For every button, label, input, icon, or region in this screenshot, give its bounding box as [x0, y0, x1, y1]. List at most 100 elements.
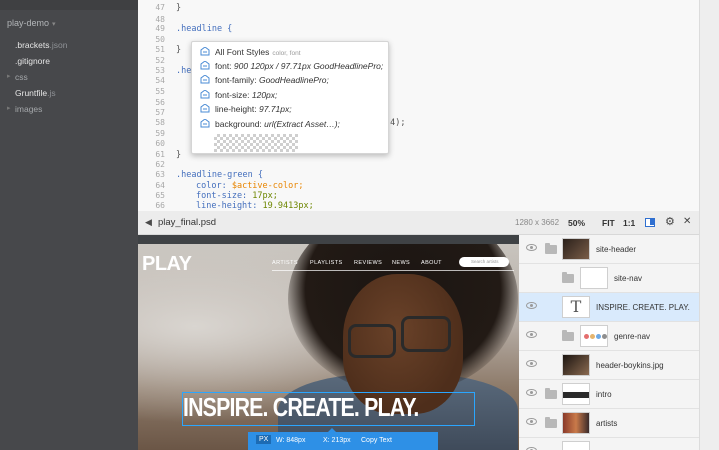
- eye-icon[interactable]: [526, 360, 537, 367]
- eye-icon[interactable]: [526, 331, 537, 338]
- hint-label: font-family:: [215, 75, 257, 85]
- measurement-tooltip[interactable]: PX W: 848px X: 213px Copy Text: [248, 428, 438, 450]
- unit-toggle[interactable]: PX: [256, 435, 272, 444]
- psd-dimensions: 1280 x 3662: [515, 218, 560, 227]
- code-line: }: [176, 150, 182, 160]
- layer-row[interactable]: site-header: [519, 235, 699, 264]
- code-hint-popup[interactable]: All Font Styles color, font font: 900 120…: [191, 41, 389, 154]
- tree-item-gitignore[interactable]: .gitignore: [15, 56, 50, 66]
- layer-row[interactable]: header-boykins.jpg: [519, 351, 699, 380]
- photo-glasses: [401, 316, 451, 352]
- tree-item-gruntfile[interactable]: Gruntfile.js: [15, 88, 56, 98]
- hint-label: All Font Styles: [215, 47, 270, 57]
- tree-item-label: .gitignore: [15, 56, 50, 66]
- tree-item-css-folder[interactable]: ▸ css: [7, 72, 28, 82]
- hint-row-line-height[interactable]: line-height: 97.71px;: [200, 104, 292, 114]
- code-line: color: $active-color;: [196, 181, 304, 191]
- tree-item-ext: .json: [49, 40, 68, 50]
- hint-value: GoodHeadlinePro;: [258, 75, 329, 85]
- layer-name: genre-nav: [614, 332, 651, 341]
- layer-row-selected[interactable]: T INSPIRE. CREATE. PLAY.: [519, 293, 699, 322]
- line-number: 48: [155, 15, 165, 24]
- layer-thumbnail: [580, 325, 608, 347]
- hint-value: url(Extract Asset…);: [264, 119, 340, 129]
- hint-label: background:: [215, 119, 262, 129]
- eye-icon[interactable]: [526, 418, 537, 425]
- measure-width: W: 848px: [276, 437, 306, 444]
- back-arrow-icon[interactable]: ◀: [145, 217, 152, 228]
- tree-item-label: Gruntfile: [15, 88, 48, 98]
- layers-toggle-icon[interactable]: [645, 218, 655, 227]
- line-number: 51: [155, 45, 165, 54]
- zoom-level[interactable]: 50%: [568, 218, 585, 228]
- layer-row[interactable]: intro: [519, 380, 699, 409]
- extract-icon: [200, 47, 210, 56]
- line-number: 56: [155, 98, 165, 107]
- line-number: 50: [155, 35, 165, 44]
- chevron-right-icon[interactable]: ▸: [7, 104, 11, 112]
- folder-icon: [562, 330, 574, 341]
- tree-item-brackets-json[interactable]: .brackets.json: [15, 40, 67, 50]
- code-line: line-height: 19.9413px;: [196, 201, 314, 211]
- hint-row-all-font-styles[interactable]: All Font Styles color, font: [200, 47, 301, 57]
- background-preview-swatch: [214, 134, 298, 152]
- close-icon[interactable]: ✕: [683, 216, 691, 227]
- psd-logo[interactable]: PLAY: [142, 253, 192, 276]
- tree-item-images-folder[interactable]: ▸ images: [7, 104, 43, 114]
- psd-nav-item[interactable]: ABOUT: [421, 260, 442, 266]
- line-number: 52: [155, 56, 165, 65]
- extract-icon: [200, 104, 210, 113]
- hint-row-font-size[interactable]: font-size: 120px;: [200, 90, 277, 100]
- folder-icon: [545, 417, 557, 428]
- layer-thumbnail: [562, 383, 590, 405]
- gear-icon[interactable]: ⚙: [665, 215, 675, 228]
- project-name: play-demo: [7, 18, 50, 28]
- project-title[interactable]: play-demo ▾: [7, 18, 56, 28]
- fit-button[interactable]: FIT: [602, 218, 615, 228]
- layer-name: INSPIRE. CREATE. PLAY.: [596, 303, 690, 312]
- eye-icon[interactable]: [526, 302, 537, 309]
- tree-item-label: images: [15, 104, 43, 114]
- line-number: 53: [155, 66, 165, 75]
- hint-row-font[interactable]: font: 900 120px / 97.71px GoodHeadlinePr…: [200, 61, 383, 71]
- line-number: 61: [155, 150, 165, 159]
- layer-row[interactable]: genre-nav: [519, 322, 699, 351]
- code-line: }: [176, 45, 182, 55]
- line-number: 55: [155, 87, 165, 96]
- layer-thumbnail: [562, 238, 590, 260]
- extract-icon: [200, 61, 210, 70]
- layer-selection-outline: [182, 392, 475, 426]
- layer-thumbnail: [562, 441, 590, 450]
- psd-nav-item[interactable]: PLAYLISTS: [310, 260, 343, 266]
- psd-search-box[interactable]: Search artists: [459, 257, 509, 267]
- layer-name: site-header: [596, 245, 637, 254]
- tree-item-ext: .js: [47, 88, 56, 98]
- eye-icon[interactable]: [526, 244, 537, 251]
- extract-icon: [200, 119, 210, 128]
- eye-icon[interactable]: [526, 389, 537, 396]
- tooltip-pointer: [328, 428, 336, 432]
- editor-scrollbar[interactable]: [699, 0, 719, 450]
- layer-row[interactable]: artists: [519, 409, 699, 438]
- layer-row[interactable]: [519, 438, 699, 450]
- extract-toolbar: ◀ play_final.psd 1280 x 3662 50% FIT 1:1…: [138, 211, 699, 235]
- psd-nav-item[interactable]: NEWS: [392, 260, 410, 266]
- chevron-down-icon[interactable]: ▾: [52, 21, 56, 28]
- sidebar-top-strip: [0, 0, 138, 10]
- layer-name: site-nav: [614, 274, 643, 283]
- line-number: 64: [155, 181, 165, 190]
- folder-icon: [562, 272, 574, 283]
- copy-text-button[interactable]: Copy Text: [361, 437, 392, 444]
- line-number-gutter: 47 48 49 50 51 52 53 54 55 56 57 58 59 6…: [138, 0, 170, 211]
- file-tree-sidebar: play-demo ▾ .brackets.json .gitignore ▸ c…: [0, 0, 138, 450]
- actual-size-button[interactable]: 1:1: [623, 218, 635, 228]
- psd-nav-item[interactable]: ARTISTS: [272, 260, 298, 266]
- psd-canvas[interactable]: PLAY ARTISTS PLAYLISTS REVIEWS NEWS ABOU…: [138, 244, 519, 450]
- layer-name: intro: [596, 390, 612, 399]
- line-number: 63: [155, 170, 165, 179]
- psd-nav-item[interactable]: REVIEWS: [354, 260, 382, 266]
- layer-row[interactable]: site-nav: [519, 264, 699, 293]
- hint-row-font-family[interactable]: font-family: GoodHeadlinePro;: [200, 75, 329, 85]
- chevron-right-icon[interactable]: ▸: [7, 72, 11, 80]
- hint-row-background[interactable]: background: url(Extract Asset…);: [200, 119, 340, 129]
